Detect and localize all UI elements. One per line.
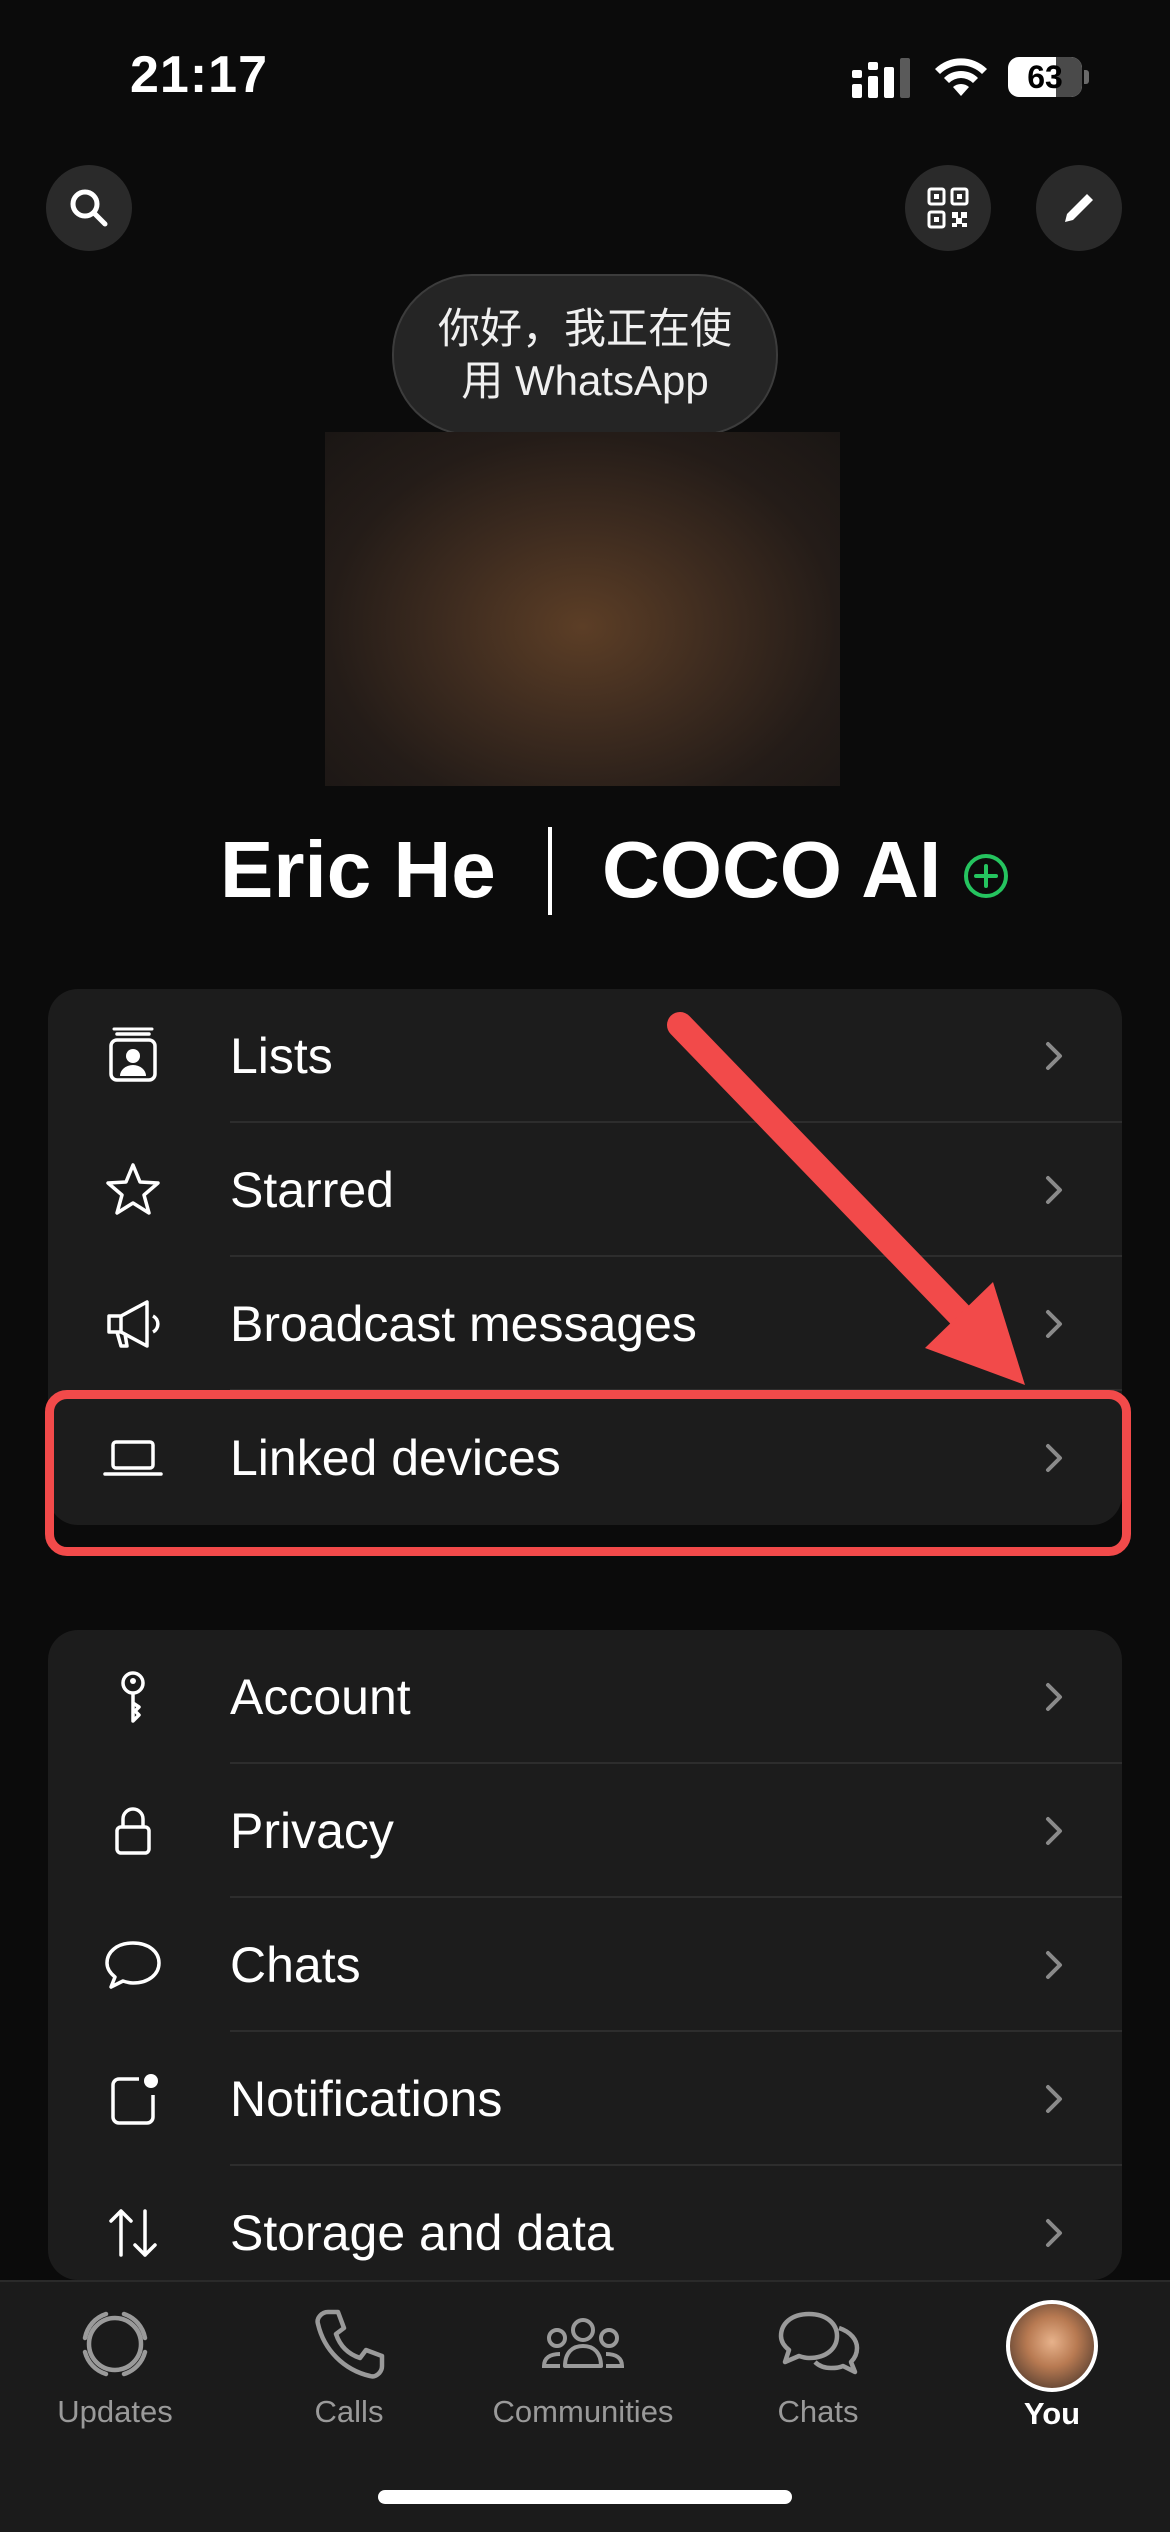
- settings-item-label: Lists: [230, 1028, 333, 1084]
- lock-icon: [115, 1807, 151, 1855]
- star-icon: [106, 1163, 160, 1215]
- battery-level: 63: [1027, 59, 1063, 95]
- chevron-right-icon: [1046, 2085, 1062, 2113]
- phone-icon: [315, 2309, 385, 2379]
- name-divider: [548, 827, 552, 915]
- status-bubble[interactable]: 你好，我正在使用 WhatsApp: [392, 274, 778, 436]
- tab-calls[interactable]: Calls: [244, 2300, 454, 2450]
- chevron-right-icon: [1046, 1310, 1062, 1338]
- settings-item-label: Notifications: [230, 2071, 503, 2127]
- chats-icon: [778, 2311, 860, 2375]
- profile-photo[interactable]: [325, 432, 840, 786]
- tab-updates[interactable]: Updates: [10, 2300, 220, 2450]
- chevron-right-icon: [1046, 1042, 1062, 1070]
- chat-bubble-icon: [105, 1941, 161, 1989]
- settings-item-privacy[interactable]: Privacy: [48, 1764, 1122, 1898]
- business-name[interactable]: COCO AI: [602, 815, 941, 925]
- search-icon: [70, 189, 108, 227]
- chevron-right-icon: [1046, 1176, 1062, 1204]
- tab-you[interactable]: You: [947, 2300, 1157, 2450]
- highlight-box: [45, 1390, 1131, 1556]
- pencil-icon: [1065, 194, 1093, 222]
- updates-icon: [82, 2311, 148, 2377]
- communities-icon: [541, 2318, 625, 2368]
- profile-name-row: Eric He COCO AI: [0, 815, 1170, 925]
- lists-icon: [109, 1027, 157, 1082]
- cellular-signal-icon: [852, 58, 910, 98]
- status-time: 21:17: [130, 46, 268, 104]
- key-icon: [121, 1671, 145, 1723]
- tab-communities[interactable]: Communities: [478, 2300, 688, 2450]
- chevron-right-icon: [1046, 1683, 1062, 1711]
- qr-code-icon: [927, 187, 969, 229]
- tab-label: You: [1023, 2396, 1081, 2431]
- profile-name[interactable]: Eric He: [220, 815, 496, 925]
- settings-item-label: Storage and data: [230, 2205, 614, 2261]
- settings-item-lists[interactable]: Lists: [48, 989, 1122, 1123]
- edit-button[interactable]: [1036, 165, 1122, 251]
- add-circle-icon[interactable]: [962, 852, 1010, 900]
- tab-chats[interactable]: Chats: [713, 2300, 923, 2450]
- search-button[interactable]: [46, 165, 132, 251]
- tab-label: Chats: [777, 2394, 859, 2429]
- chevron-right-icon: [1046, 1951, 1062, 1979]
- megaphone-icon: [107, 1300, 160, 1348]
- wifi-icon: [935, 58, 987, 96]
- qr-code-button[interactable]: [905, 165, 991, 251]
- settings-item-chats[interactable]: Chats: [48, 1898, 1122, 2032]
- up-down-arrows-icon: [109, 2209, 157, 2257]
- tab-label: Communities: [492, 2394, 674, 2429]
- settings-item-notifications[interactable]: Notifications: [48, 2032, 1122, 2166]
- settings-item-storage[interactable]: Storage and data: [48, 2166, 1122, 2280]
- tab-label: Updates: [57, 2394, 173, 2429]
- tab-label: Calls: [314, 2394, 384, 2429]
- chevron-right-icon: [1046, 1817, 1062, 1845]
- settings-group-2: Account Privacy Chats Notifications Stor…: [48, 1630, 1122, 2280]
- settings-item-label: Starred: [230, 1162, 394, 1218]
- notification-icon: [111, 2074, 158, 2125]
- battery-icon: 63: [1008, 57, 1089, 97]
- avatar: [1006, 2300, 1098, 2392]
- chevron-right-icon: [1046, 2219, 1062, 2247]
- settings-item-starred[interactable]: Starred: [48, 1123, 1122, 1257]
- settings-item-label: Privacy: [230, 1803, 394, 1859]
- settings-item-label: Account: [230, 1669, 411, 1725]
- settings-item-label: Broadcast messages: [230, 1296, 697, 1352]
- status-bar: 21:17 63: [0, 0, 1170, 150]
- settings-item-broadcast[interactable]: Broadcast messages: [48, 1257, 1122, 1391]
- settings-item-account[interactable]: Account: [48, 1630, 1122, 1764]
- settings-item-label: Chats: [230, 1937, 361, 1993]
- home-indicator: [378, 2490, 792, 2504]
